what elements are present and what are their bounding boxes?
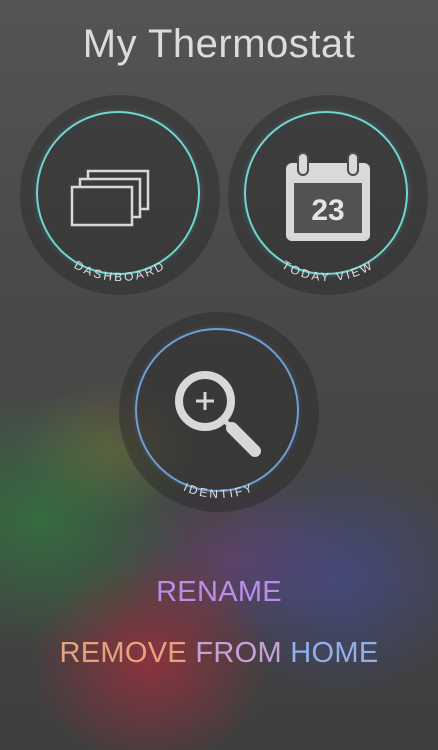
today-view-label: TODAY VIEW <box>280 258 377 284</box>
thermostat-screen: My Thermostat DASHBOARD 23 TODAY VIEW ID… <box>0 0 438 750</box>
rename-button[interactable]: RENAME <box>0 576 438 609</box>
svg-text:TODAY VIEW: TODAY VIEW <box>280 258 377 284</box>
identify-button[interactable]: IDENTIFY <box>119 312 319 512</box>
remove-label-word-2: FROM <box>195 637 282 669</box>
identify-label: IDENTIFY <box>182 480 257 501</box>
today-view-label-text: TODAY VIEW <box>280 258 374 284</box>
remove-label-word-3: HOME <box>290 637 379 669</box>
dashboard-label-text: DASHBOARD <box>72 258 166 284</box>
today-view-button[interactable]: 23 TODAY VIEW <box>228 95 428 295</box>
svg-text:IDENTIFY: IDENTIFY <box>182 480 257 501</box>
identify-label-text: IDENTIFY <box>182 480 254 501</box>
remove-label-word-1: REMOVE <box>59 637 187 669</box>
svg-text:DASHBOARD: DASHBOARD <box>72 258 168 284</box>
page-title: My Thermostat <box>82 22 356 66</box>
dashboard-label: DASHBOARD <box>72 258 168 284</box>
remove-from-home-button[interactable]: REMOVE FROM HOME <box>0 637 438 670</box>
dashboard-button[interactable]: DASHBOARD <box>20 95 220 295</box>
rename-label: RENAME <box>156 576 282 608</box>
